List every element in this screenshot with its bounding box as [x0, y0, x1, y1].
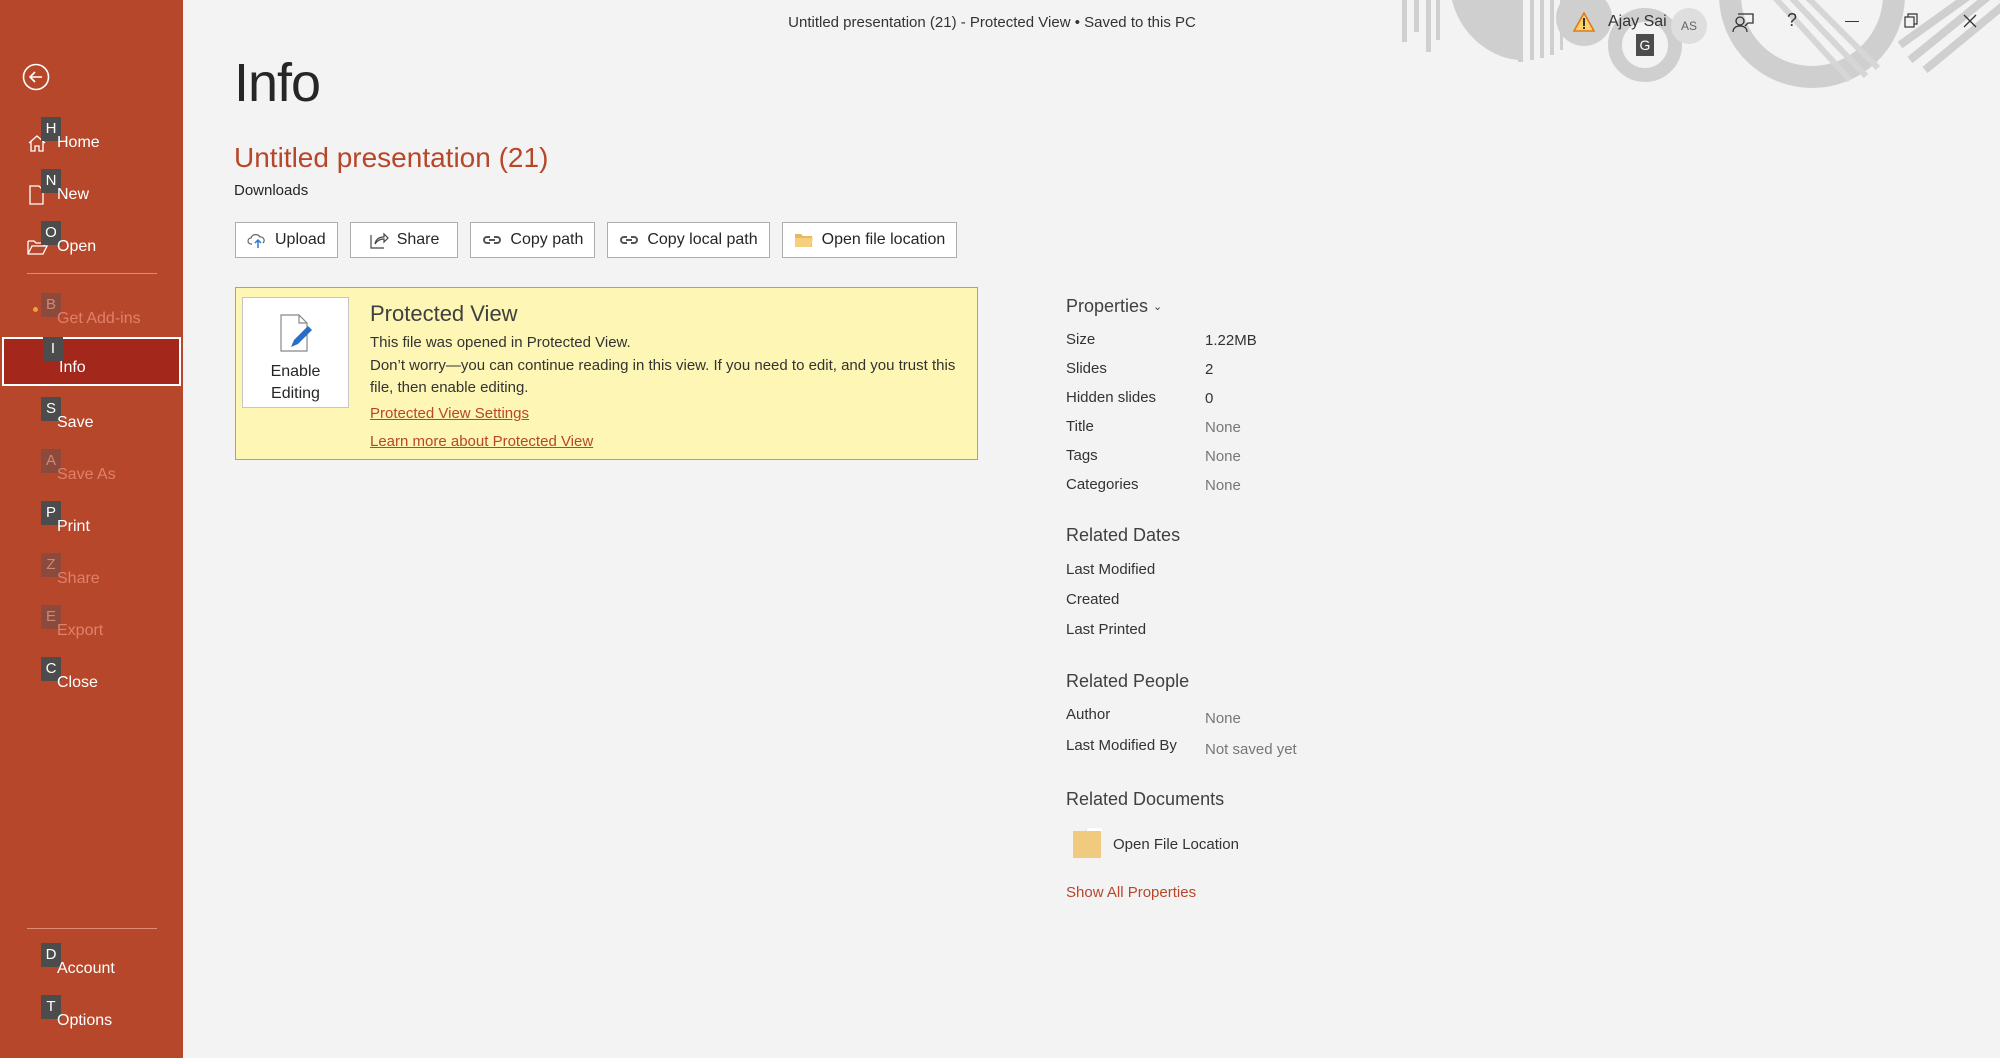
- property-key: Hidden slides: [1066, 389, 1157, 406]
- page-title: Info: [234, 53, 321, 113]
- folder-icon: [1073, 828, 1103, 858]
- user-avatar[interactable]: AS: [1671, 8, 1707, 44]
- nav-save[interactable]: S Save: [0, 392, 183, 440]
- nav-label: Get Add-ins: [57, 310, 141, 327]
- enable-label: Enable: [270, 363, 321, 380]
- related-documents-title: Related Documents: [1066, 789, 1225, 809]
- show-all-properties-link[interactable]: Show All Properties: [1066, 884, 1196, 901]
- property-key: Categories: [1066, 476, 1139, 493]
- nav-new[interactable]: N New: [0, 164, 183, 212]
- nav-label: Export: [57, 622, 104, 639]
- button-label: Copy path: [510, 231, 584, 248]
- open-file-location-link[interactable]: Open File Location: [1066, 828, 1266, 864]
- sidebar-divider: [27, 928, 157, 929]
- minimize-icon[interactable]: [1845, 21, 1859, 22]
- nav-share: Z Share: [0, 548, 183, 596]
- nav-get-add-ins: B Get Add-ins: [0, 288, 183, 336]
- open-file-location-button[interactable]: Open file location: [781, 222, 958, 258]
- upload-button[interactable]: Upload: [235, 222, 338, 258]
- date-key: Created: [1066, 591, 1120, 608]
- open-file-location-label: Open File Location: [1113, 836, 1239, 853]
- protected-view-banner: Enable Editing Protected View This file …: [235, 287, 978, 460]
- keytip: G: [1636, 34, 1654, 56]
- nav-label: Options: [57, 1012, 113, 1029]
- nav-label: Share: [57, 570, 100, 587]
- property-value-categories[interactable]: None: [1205, 477, 1241, 494]
- date-key: Last Modified: [1066, 561, 1156, 578]
- property-value-tags[interactable]: None: [1205, 448, 1241, 465]
- property-value: 1.22MB: [1205, 332, 1257, 349]
- people-key: Last Modified By: [1066, 737, 1177, 754]
- enable-editing-button[interactable]: Enable Editing: [242, 297, 349, 408]
- copy-local-path-button[interactable]: Copy local path: [607, 222, 770, 258]
- button-label: Copy local path: [647, 231, 758, 248]
- protected-view-settings-link[interactable]: Protected View Settings: [370, 405, 529, 422]
- nav-label: Save: [57, 414, 94, 431]
- edit-document-icon: [279, 314, 312, 352]
- property-key: Title: [1066, 418, 1094, 435]
- nav-print[interactable]: P Print: [0, 496, 183, 544]
- related-people-title: Related People: [1066, 671, 1190, 691]
- close-icon[interactable]: [1963, 14, 1977, 28]
- protected-view-message: This file was opened in Protected View.: [370, 334, 631, 351]
- protected-view-message: Don’t worry—you can continue reading in …: [370, 357, 956, 396]
- copy-path-button[interactable]: Copy path: [470, 222, 596, 258]
- property-key: Tags: [1066, 447, 1098, 464]
- properties-dropdown[interactable]: Properties ⌄: [1066, 296, 1162, 317]
- property-value-title[interactable]: None: [1205, 419, 1241, 436]
- last-modified-by-value: Not saved yet: [1205, 741, 1297, 758]
- button-label: Upload: [275, 231, 326, 248]
- backstage-sidebar: H Home N New O Open B Get Add-ins I Info…: [0, 0, 183, 1058]
- nav-label: Account: [57, 960, 115, 977]
- nav-label: New: [57, 186, 90, 203]
- people-key: Author: [1066, 706, 1111, 723]
- nav-label: Close: [57, 674, 98, 691]
- share-button[interactable]: Share: [349, 222, 459, 258]
- button-label: Share: [396, 231, 440, 248]
- nav-close[interactable]: C Close: [0, 652, 183, 700]
- nav-label: Save As: [57, 466, 116, 483]
- link-icon: [620, 236, 639, 244]
- enable-label: Editing: [271, 385, 320, 402]
- back-arrow-icon[interactable]: [22, 63, 50, 91]
- share-icon: [370, 232, 389, 249]
- nav-label: Info: [59, 359, 86, 376]
- warning-icon[interactable]: [1573, 12, 1595, 32]
- document-location: Downloads: [234, 182, 309, 199]
- nav-options[interactable]: T Options: [0, 990, 183, 1038]
- learn-more-link[interactable]: Learn more about Protected View: [370, 433, 593, 450]
- nav-account[interactable]: D Account: [0, 938, 183, 986]
- nav-label: Home: [57, 134, 100, 151]
- property-value: 0: [1205, 390, 1214, 407]
- property-key: Slides: [1066, 360, 1107, 377]
- nav-label: Open: [57, 238, 97, 255]
- nav-open[interactable]: O Open: [0, 216, 183, 264]
- button-label: Open file location: [821, 231, 946, 248]
- user-name[interactable]: Ajay Sai: [1608, 13, 1667, 31]
- author-value[interactable]: None: [1205, 710, 1241, 727]
- nav-save-as: A Save As: [0, 444, 183, 492]
- document-name: Untitled presentation (21): [234, 142, 549, 173]
- properties-title: Properties: [1066, 296, 1149, 316]
- nav-export: E Export: [0, 600, 183, 648]
- related-dates-title: Related Dates: [1066, 525, 1181, 545]
- nav-label: Print: [57, 518, 90, 535]
- date-key: Last Printed: [1066, 621, 1147, 638]
- coauthor-icon[interactable]: [1731, 11, 1755, 33]
- chevron-down-icon: ⌄: [1153, 301, 1163, 313]
- sidebar-divider: [27, 273, 157, 274]
- protected-view-title: Protected View: [370, 301, 518, 326]
- nav-home[interactable]: H Home: [0, 112, 183, 160]
- property-key: Size: [1066, 331, 1096, 348]
- property-value: 2: [1205, 361, 1214, 378]
- restore-icon[interactable]: [1904, 13, 1918, 28]
- link-icon: [483, 236, 502, 244]
- help-icon[interactable]: ?: [1787, 10, 1797, 31]
- folder-icon: [794, 234, 813, 247]
- nav-info[interactable]: I Info: [2, 337, 181, 386]
- document-actions: Upload Share Copy path Copy local path O…: [235, 222, 958, 258]
- keytip: I: [43, 337, 63, 361]
- cloud-upload-icon: [247, 234, 265, 248]
